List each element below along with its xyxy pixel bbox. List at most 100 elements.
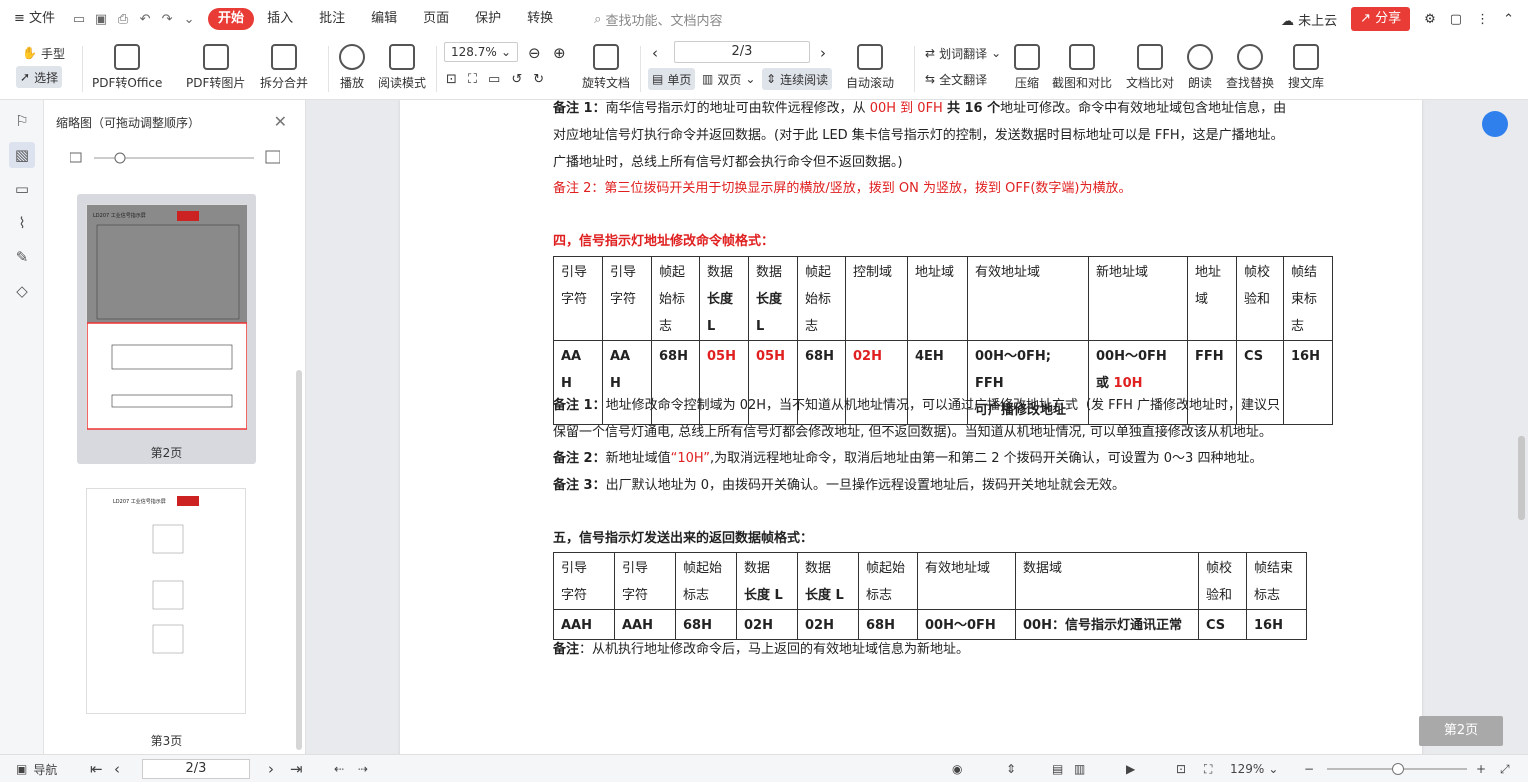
attachment-icon[interactable]: ⌇ [9,210,35,236]
next-page-icon[interactable]: › [820,42,826,64]
pdf-to-image-button[interactable]: PDF转图片 [186,44,245,91]
doc-compare-button[interactable]: 文档比对 [1126,44,1174,91]
tab-start[interactable]: 开始 [208,8,255,30]
search-box[interactable]: ⌕ 查找功能、文档内容 [594,10,722,29]
share-button[interactable]: ↗ 分享 [1351,7,1411,31]
single-page-button[interactable]: ▤ 单页 [648,68,696,90]
table-cell: 数据域 [1015,552,1199,610]
rotate-left-icon[interactable]: ↺ [511,72,522,87]
compress-button[interactable]: 压缩 [1014,44,1040,91]
actual-size-icon[interactable]: ⊡ [1176,755,1186,783]
double-page-button[interactable]: ▥ 双页 ⌄ [702,68,755,90]
save-icon[interactable]: ▣ [90,8,112,30]
continuous-view-icon[interactable]: ⇕ [1006,755,1016,783]
document-scrollbar[interactable] [1518,436,1525,520]
next-page-icon[interactable]: › [268,755,274,783]
chevron-down-icon[interactable]: ⌄ [178,8,200,30]
signature-icon[interactable]: ✎ [9,244,35,270]
screenshot-icon [1069,44,1095,70]
panel-scrollbar[interactable] [296,370,302,750]
fit-page-icon[interactable]: ⛶ [468,72,477,87]
rotate-doc-button[interactable]: 旋转文档 [582,44,630,91]
file-menu[interactable]: ≡ 文件 [0,0,68,38]
thumbnail-page-3[interactable]: LD207 工业信号指示屏 第3页 [77,480,256,750]
full-translate-button[interactable]: ⇆ 全文翻译 [925,68,987,90]
forward-icon[interactable]: ⇢ [358,755,368,783]
screenshot-compare-button[interactable]: 截图和对比 [1052,44,1112,91]
floating-tool-button[interactable] [1482,111,1508,137]
play-button[interactable]: 播放 [339,44,365,91]
split-icon [271,44,297,70]
zoom-in-icon[interactable]: ⊕ [553,42,566,64]
eye-protection-icon[interactable]: ◉ [952,755,962,783]
thumbnail-icon[interactable]: ▧ [9,142,35,168]
last-page-icon[interactable]: ⇥ [290,755,303,783]
bookmark-icon[interactable]: ⚐ [9,108,35,134]
library-search-button[interactable]: 搜文库 [1288,44,1324,91]
settings-icon[interactable]: ⚙ [1424,12,1436,27]
zoom-out-icon[interactable]: − [1304,755,1314,783]
rotate-icon [593,44,619,70]
tab-page[interactable]: 页面 [410,0,462,38]
compress-icon [1014,44,1040,70]
table-cell: AAH [553,609,615,640]
zoom-slider-handle[interactable] [1392,763,1404,775]
collapse-icon[interactable]: ⌃ [1503,12,1514,27]
navigation-toggle[interactable]: ▣ 导航 [16,755,57,783]
back-icon[interactable]: ⇠ [334,755,344,783]
redo-icon[interactable]: ↷ [156,8,178,30]
tab-edit[interactable]: 编辑 [358,0,410,38]
autoscroll-button[interactable]: 自动滚动 [846,44,894,91]
split-merge-button[interactable]: 拆分合并 [260,44,308,91]
double-view-icon[interactable]: ▥ [1074,755,1085,783]
prev-page-icon[interactable]: ‹ [114,755,120,783]
zoom-dropdown[interactable]: 129% ⌄ [1230,755,1278,783]
open-folder-icon[interactable]: ▭ [68,8,90,30]
fit-page-icon[interactable]: ⛶ [1204,755,1212,783]
play-icon [339,44,365,70]
table-cell: 数据 长度 L [699,256,749,341]
comment-icon[interactable]: ▭ [9,176,35,202]
play-icon[interactable]: ▶ [1126,755,1135,783]
prev-page-icon[interactable]: ‹ [652,42,658,64]
tab-insert[interactable]: 插入 [254,0,306,38]
tab-protect[interactable]: 保护 [462,0,514,38]
zoom-select[interactable]: 128.7% ⌄ [444,42,518,62]
single-view-icon[interactable]: ▤ [1052,755,1063,783]
read-mode-button[interactable]: 阅读模式 [378,44,426,91]
page-number-input[interactable]: 2/3 [674,41,810,63]
read-aloud-button[interactable]: 朗读 [1187,44,1213,91]
word-translate-button[interactable]: ⇄ 划词翻译 ⌄ [925,42,1001,64]
find-replace-button[interactable]: 查找替换 [1226,44,1274,91]
status-page-input[interactable]: 2/3 [142,759,250,779]
continuous-icon: ⇕ [766,72,777,86]
first-page-icon[interactable]: ⇤ [90,755,103,783]
actual-size-icon[interactable]: ⊡ [446,72,457,87]
tab-annotate[interactable]: 批注 [306,0,358,38]
feedback-icon[interactable]: ▢ [1450,12,1462,27]
undo-icon[interactable]: ↶ [134,8,156,30]
zoom-out-icon[interactable]: ⊖ [528,42,541,64]
zoom-in-icon[interactable]: + [1476,755,1486,783]
section-4-note-2: 备注 2：新地址域值“10H”,为取消远程地址命令，取消后地址由第一和第二 2 … [553,451,1263,466]
fit-width-icon[interactable]: ▭ [488,72,500,87]
section-4-note-1-line-2: 保留一个信号灯通电, 总线上所有信号灯都会修改地址, 但不返回数据)。当知道从机… [553,425,1272,440]
thumbnail-page-2[interactable]: LD207 工业信号指示屏 第2页 [77,194,256,464]
close-icon[interactable]: ✕ [274,112,287,131]
layers-icon[interactable]: ◇ [9,278,35,304]
cloud-status[interactable]: ☁ 未上云 [1281,10,1337,29]
pdf-to-office-button[interactable]: PDF转Office [92,44,162,91]
divider [82,46,83,92]
more-icon[interactable]: ⋮ [1476,12,1489,27]
fullscreen-icon[interactable]: ⤢ [1500,755,1510,783]
divider [436,46,437,92]
table-cell: 地址域 [1187,256,1237,341]
print-icon[interactable]: ⎙ [112,8,134,30]
hand-tool[interactable]: ✋ 手型 [22,42,65,64]
select-tool[interactable]: ➚ 选择 [16,66,63,88]
continuous-read-button[interactable]: ⇕ 连续阅读 [762,68,833,90]
thumbnail-size-slider[interactable] [70,150,280,166]
tab-convert[interactable]: 转换 [514,0,566,38]
hand-icon: ✋ [22,46,37,60]
rotate-right-icon[interactable]: ↻ [533,72,544,87]
